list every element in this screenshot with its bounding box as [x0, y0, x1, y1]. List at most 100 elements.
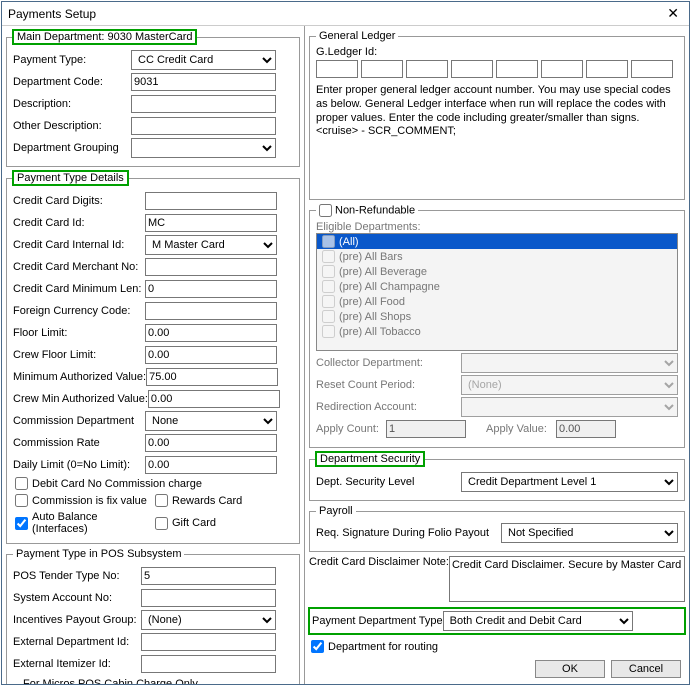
gl-hint-text: Enter proper general ledger account numb… [316, 84, 678, 139]
chk-non-refundable-label: Non-Refundable [335, 204, 415, 216]
list-item: (pre) All Food [317, 294, 677, 309]
ext-item-label: External Itemizer Id: [13, 658, 141, 670]
min-auth-input[interactable] [146, 368, 278, 386]
daily-limit-label: Daily Limit (0=No Limit): [13, 459, 145, 471]
payment-type-select[interactable]: CC Credit Card [131, 50, 276, 70]
pos-fieldset: Payment Type in POS Subsystem POS Tender… [6, 548, 300, 684]
apply-count-label: Apply Count: [316, 423, 386, 435]
list-item: (pre) All Tobacco [317, 324, 677, 339]
payment-type-label: Payment Type: [13, 54, 131, 66]
gl-id-8[interactable] [631, 60, 673, 78]
pdt-select[interactable]: Both Credit and Debit Card [443, 611, 633, 631]
gl-id-3[interactable] [406, 60, 448, 78]
comm-rate-label: Commission Rate [13, 437, 145, 449]
cc-merchant-input[interactable] [145, 258, 277, 276]
cc-minlen-input[interactable] [145, 280, 277, 298]
chk-auto-balance-label: Auto Balance (Interfaces) [32, 511, 153, 535]
floor-limit-label: Floor Limit: [13, 327, 145, 339]
pos-legend: Payment Type in POS Subsystem [13, 548, 184, 560]
gl-id-7[interactable] [586, 60, 628, 78]
fcc-label: Foreign Currency Code: [13, 305, 145, 317]
ext-dept-input[interactable] [141, 633, 276, 651]
ext-item-input[interactable] [141, 655, 276, 673]
chk-no-commission-label: Debit Card No Commission charge [32, 478, 202, 490]
fcc-input[interactable] [145, 302, 277, 320]
list-item: (All) [317, 234, 677, 249]
description-label: Description: [13, 98, 131, 110]
redir-acc-label: Redirection Account: [316, 401, 461, 413]
cc-internal-id-select[interactable]: M Master Card [145, 235, 277, 255]
coll-dept-select [461, 353, 678, 373]
disclaimer-textarea[interactable]: Credit Card Disclaimer. Secure by Master… [449, 556, 685, 602]
sig-select[interactable]: Not Specified [501, 523, 678, 543]
chk-fix-comm[interactable] [15, 494, 28, 507]
crew-floor-input[interactable] [145, 346, 277, 364]
apply-value-input [556, 420, 616, 438]
sys-acc-label: System Account No: [13, 592, 141, 604]
cc-internal-id-label: Credit Card Internal Id: [13, 239, 145, 251]
payroll-fieldset: Payroll Req. Signature During Folio Payo… [309, 505, 685, 552]
chk-dept-routing[interactable] [311, 640, 324, 653]
cc-minlen-label: Credit Card Minimum Len: [13, 283, 145, 295]
gl-id-4[interactable] [451, 60, 493, 78]
ok-button[interactable]: OK [535, 660, 605, 678]
list-item: (pre) All Beverage [317, 264, 677, 279]
cc-digits-label: Credit Card Digits: [13, 195, 145, 207]
sec-level-select[interactable]: Credit Department Level 1 [461, 472, 678, 492]
coll-dept-label: Collector Department: [316, 357, 461, 369]
inc-payout-select[interactable]: (None) [141, 610, 276, 630]
ptd-legend: Payment Type Details [13, 171, 128, 185]
cc-id-input[interactable] [145, 214, 277, 232]
list-item: (pre) All Bars [317, 249, 677, 264]
micros-legend: For Micros POS Cabin Charge Only [20, 678, 201, 684]
chk-rewards-label: Rewards Card [172, 495, 242, 507]
cancel-button[interactable]: Cancel [611, 660, 681, 678]
pos-tender-input[interactable] [141, 567, 276, 585]
cc-digits-input[interactable] [145, 192, 277, 210]
sec-level-label: Dept. Security Level [316, 476, 461, 488]
payroll-legend: Payroll [316, 505, 356, 517]
apply-value-label: Apply Value: [486, 423, 556, 435]
comm-dept-label: Commission Department [13, 415, 145, 427]
dept-code-label: Department Code: [13, 76, 131, 88]
dept-code-input[interactable] [131, 73, 276, 91]
gl-id-5[interactable] [496, 60, 538, 78]
comm-dept-select[interactable]: None [145, 411, 277, 431]
close-icon[interactable]: ✕ [663, 5, 683, 22]
chk-no-commission[interactable] [15, 477, 28, 490]
other-desc-input[interactable] [131, 117, 276, 135]
micros-fieldset: For Micros POS Cabin Charge Only Allow P… [13, 678, 293, 684]
list-item: (pre) All Shops [317, 309, 677, 324]
cc-id-label: Credit Card Id: [13, 217, 145, 229]
sig-label: Req. Signature During Folio Payout [316, 527, 501, 539]
chk-non-refundable[interactable] [319, 204, 332, 217]
chk-rewards[interactable] [155, 494, 168, 507]
sys-acc-input[interactable] [141, 589, 276, 607]
gl-id-2[interactable] [361, 60, 403, 78]
crew-floor-label: Crew Floor Limit: [13, 349, 145, 361]
pos-tender-label: POS Tender Type No: [13, 570, 141, 582]
crew-min-auth-label: Crew Min Authorized Value: [13, 393, 148, 405]
chk-dept-routing-label: Department for routing [328, 641, 438, 653]
gl-id-6[interactable] [541, 60, 583, 78]
floor-limit-input[interactable] [145, 324, 277, 342]
eligible-depts-list[interactable]: (All) (pre) All Bars (pre) All Beverage … [316, 233, 678, 351]
description-input[interactable] [131, 95, 276, 113]
chk-gift-card[interactable] [155, 517, 168, 530]
eligible-depts-label: Eligible Departments: [316, 221, 678, 233]
window-title: Payments Setup [8, 7, 96, 21]
crew-min-auth-input[interactable] [148, 390, 280, 408]
pdt-label: Payment Department Type [312, 615, 443, 627]
gl-id-label: G.Ledger Id: [316, 46, 678, 58]
gl-id-1[interactable] [316, 60, 358, 78]
comm-rate-input[interactable] [145, 434, 277, 452]
apply-count-input [386, 420, 466, 438]
chk-fix-comm-label: Commission is fix value [32, 495, 147, 507]
chk-auto-balance[interactable] [15, 517, 28, 530]
list-item: (pre) All Champagne [317, 279, 677, 294]
daily-limit-input[interactable] [145, 456, 277, 474]
main-department-fieldset: Main Department: 9030 MasterCard Payment… [6, 30, 300, 167]
security-legend: Department Security [316, 452, 424, 466]
dept-grouping-select[interactable] [131, 138, 276, 158]
min-auth-label: Minimum Authorized Value: [13, 371, 146, 383]
